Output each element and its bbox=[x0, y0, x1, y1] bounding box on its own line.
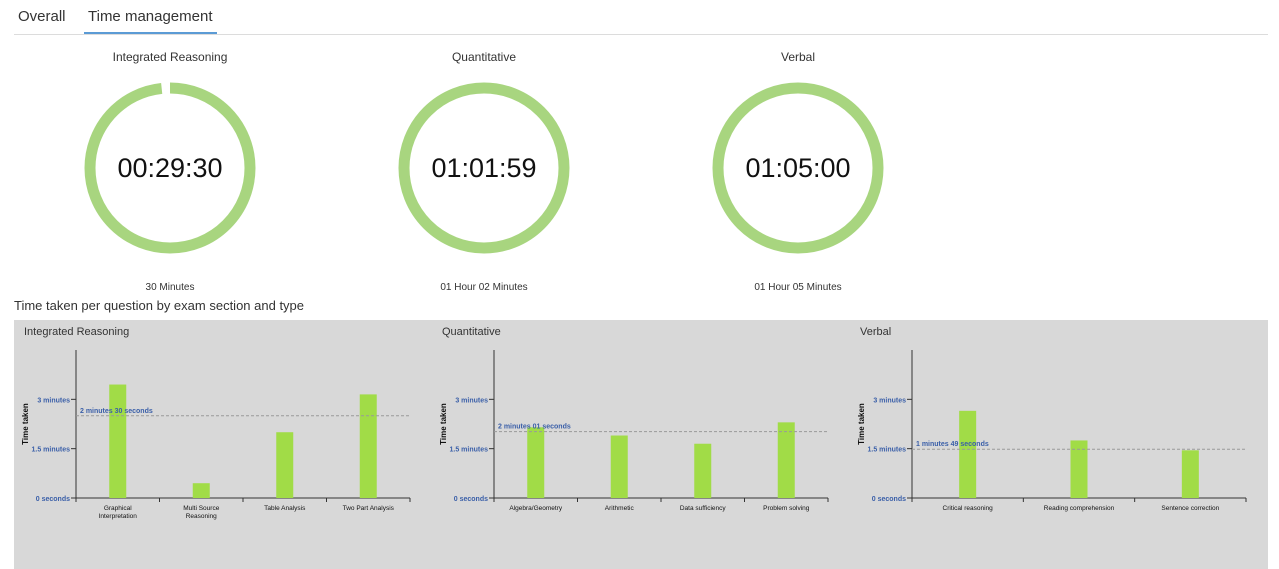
y-tick-label: 3 minutes bbox=[873, 397, 906, 404]
timer-limit: 30 Minutes bbox=[145, 282, 195, 293]
chart-quantitative: Quantitative Time taken 0 seconds 1.5 minu… bbox=[432, 320, 850, 569]
x-tick-label: Critical reasoning bbox=[943, 505, 994, 512]
timer-title: Verbal bbox=[780, 50, 816, 64]
charts-panel: Integrated Reasoning Time taken 0 seconds… bbox=[14, 320, 1268, 569]
y-axis-label: Time taken bbox=[21, 403, 30, 445]
y-tick-label: 1.5 minutes bbox=[31, 447, 70, 454]
x-tick-label: Two Part Analysis bbox=[343, 505, 395, 512]
timer-quantitative: Quantitative 01:01:59 01 Hour 02 Minutes bbox=[374, 44, 594, 293]
bar bbox=[1181, 450, 1199, 498]
section-title: Time taken per question by exam section … bbox=[14, 298, 305, 313]
y-tick-label: 1.5 minutes bbox=[449, 447, 488, 454]
y-tick-label: 0 seconds bbox=[36, 496, 70, 503]
bar bbox=[777, 422, 795, 498]
average-label: 2 minutes 01 seconds bbox=[498, 424, 571, 431]
x-tick-label: Reading comprehension bbox=[1044, 505, 1115, 512]
x-tick-label: Multi Source Reasoning bbox=[183, 505, 220, 520]
timer-value: 00:29:30 bbox=[117, 153, 223, 183]
x-tick-label: Graphical Interpretation bbox=[99, 505, 138, 520]
timer-ring: 01:01:59 bbox=[394, 78, 574, 258]
timer-value: 01:05:00 bbox=[745, 153, 851, 183]
bar bbox=[359, 394, 377, 498]
bar bbox=[527, 427, 545, 498]
bar-chart: Time taken 0 seconds 1.5 minutes 3 minutes G… bbox=[21, 350, 411, 520]
x-tick-label: Sentence correction bbox=[1161, 505, 1219, 512]
chart-verbal: Verbal Time taken 0 seconds 1.5 minutes 3 m… bbox=[850, 320, 1268, 569]
y-tick-label: 0 seconds bbox=[872, 496, 906, 503]
tab-time-management[interactable]: Time management bbox=[84, 0, 217, 34]
timer-verbal: Verbal 01:05:00 01 Hour 05 Minutes bbox=[688, 44, 908, 293]
timer-ring: 01:05:00 bbox=[708, 78, 888, 258]
x-tick-label: Problem solving bbox=[763, 505, 810, 512]
timer-title: Quantitative bbox=[451, 50, 517, 64]
y-tick-label: 0 seconds bbox=[454, 496, 488, 503]
average-label: 1 minutes 49 seconds bbox=[916, 441, 989, 448]
average-label: 2 minutes 30 seconds bbox=[80, 408, 153, 415]
timer-integrated-reasoning: Integrated Reasoning 00:29:30 30 Minutes bbox=[60, 44, 280, 293]
timer-limit: 01 Hour 05 Minutes bbox=[754, 282, 842, 293]
y-tick-label: 1.5 minutes bbox=[867, 447, 906, 454]
timer-title: Integrated Reasoning bbox=[112, 50, 228, 64]
timer-value: 01:01:59 bbox=[431, 153, 537, 183]
timer-ring: 00:29:30 bbox=[80, 78, 260, 258]
x-tick-label: Table Analysis bbox=[264, 505, 306, 512]
bar bbox=[276, 432, 294, 498]
bar bbox=[610, 435, 628, 498]
bar bbox=[192, 483, 210, 498]
y-axis-label: Time taken bbox=[439, 403, 448, 445]
y-tick-label: 3 minutes bbox=[455, 397, 488, 404]
y-axis-label: Time taken bbox=[857, 403, 866, 445]
y-tick-label: 3 minutes bbox=[37, 397, 70, 404]
timer-limit: 01 Hour 02 Minutes bbox=[440, 282, 528, 293]
bar-chart: Time taken 0 seconds 1.5 minutes 3 minutes C… bbox=[857, 350, 1247, 512]
bar bbox=[959, 410, 977, 498]
bar bbox=[694, 443, 712, 498]
x-tick-label: Algebra/Geometry bbox=[509, 505, 562, 512]
bar-chart: Time taken 0 seconds 1.5 minutes 3 minutes A… bbox=[439, 350, 829, 512]
bar bbox=[109, 384, 127, 498]
tab-bar: Overall Time management bbox=[14, 0, 1268, 35]
x-tick-label: Data sufficiency bbox=[680, 505, 727, 512]
chart-integrated-reasoning: Integrated Reasoning Time taken 0 seconds… bbox=[14, 320, 432, 569]
tab-overall[interactable]: Overall bbox=[14, 0, 70, 33]
x-tick-label: Arithmetic bbox=[605, 505, 635, 512]
